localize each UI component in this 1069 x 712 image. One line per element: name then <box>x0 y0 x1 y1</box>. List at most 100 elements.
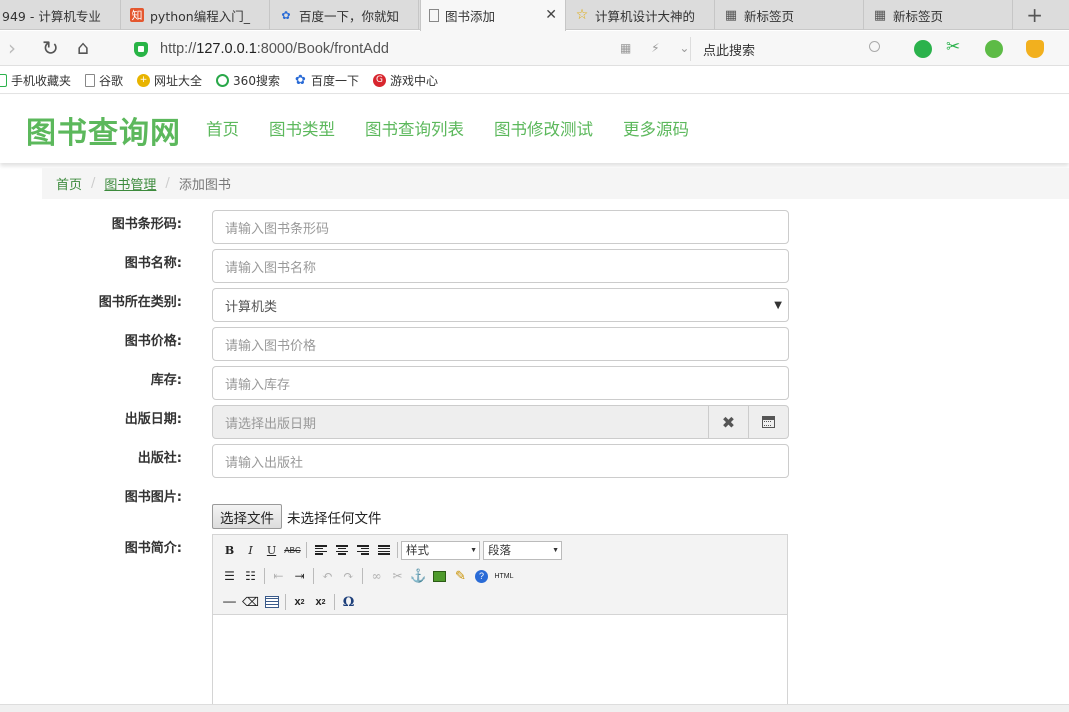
close-icon[interactable]: ✕ <box>545 7 557 23</box>
site-logo[interactable]: 图书查询网 <box>26 108 181 152</box>
publish-date-label: 出版日期: <box>124 412 182 427</box>
forward-arrow-icon[interactable]: › <box>8 37 16 59</box>
tab-label: 计算机设计大神的 <box>595 8 696 24</box>
unlink-icon[interactable]: ✂ <box>387 566 408 586</box>
bookmark-google[interactable]: 谷歌 <box>85 72 123 89</box>
security-shield-icon <box>134 41 148 57</box>
table-icon[interactable] <box>261 592 282 612</box>
superscript-icon[interactable]: x2 <box>310 592 331 612</box>
bookmark-360[interactable]: 360搜索 <box>216 72 280 89</box>
help-icon[interactable]: ? <box>471 566 492 586</box>
breadcrumb-book-management[interactable]: 图书管理 <box>104 174 156 193</box>
barcode-label: 图书条形码: <box>111 217 182 232</box>
nav-more-source[interactable]: 更多源码 <box>623 116 689 140</box>
bullet-list-icon[interactable]: ☰ <box>219 566 240 586</box>
publish-date-input[interactable]: 请选择出版日期 <box>212 405 709 439</box>
site-favicon-icon: 知 <box>130 8 144 22</box>
editor-content-area[interactable] <box>213 615 787 712</box>
new-tab-button[interactable]: + <box>1026 3 1043 27</box>
dropdown-arrow-icon: ▼ <box>552 546 559 554</box>
publisher-input[interactable]: 请输入出版社 <box>212 444 789 478</box>
bookmark-mobile[interactable]: 手机收藏夹 <box>0 72 71 89</box>
strikethrough-icon[interactable]: ABC <box>282 540 303 560</box>
align-center-icon[interactable] <box>331 540 352 560</box>
bookmark-games[interactable]: G 游戏中心 <box>372 72 438 89</box>
eraser-icon[interactable]: ⌫ <box>240 592 261 612</box>
indent-icon[interactable]: ⇥ <box>289 566 310 586</box>
anchor-icon[interactable]: ⚓ <box>408 566 429 586</box>
extension-chat-icon[interactable] <box>914 40 932 58</box>
phone-icon <box>0 73 7 87</box>
baidu-paw-icon: ✿ <box>295 72 306 88</box>
clear-date-button[interactable]: ✖ <box>709 405 749 439</box>
shield-extension-icon[interactable] <box>1026 40 1044 58</box>
tab-baidu[interactable]: ✿ 百度一下，你就知 <box>271 0 419 30</box>
nav-book-edit-test[interactable]: 图书修改测试 <box>494 116 593 140</box>
link-icon[interactable]: ∞ <box>366 566 387 586</box>
search-icon[interactable] <box>869 41 880 52</box>
italic-icon[interactable]: I <box>240 540 261 560</box>
align-justify-icon[interactable] <box>373 540 394 560</box>
tab-label: 949 - 计算机专业 <box>2 8 101 24</box>
translate-icon[interactable] <box>985 40 1003 58</box>
toolbar-divider <box>264 568 265 584</box>
stock-input[interactable]: 请输入库存 <box>212 366 789 400</box>
numbered-list-icon[interactable]: ☷ <box>240 566 261 586</box>
align-left-icon[interactable] <box>310 540 331 560</box>
toolbar-divider <box>397 542 398 558</box>
bookmark-label: 谷歌 <box>99 73 124 88</box>
address-bar[interactable]: http://127.0.0.1:8000/Book/frontAdd <box>134 37 682 61</box>
price-input[interactable]: 请输入图书价格 <box>212 327 789 361</box>
reload-icon[interactable]: ↻ <box>42 37 59 59</box>
underline-icon[interactable]: U <box>261 540 282 560</box>
toolbar-divider <box>334 594 335 610</box>
nav-home[interactable]: 首页 <box>206 116 239 140</box>
qr-lightning-icons[interactable]: ▦ ⚡ ⌄ <box>620 41 697 55</box>
breadcrumb-home[interactable]: 首页 <box>56 174 82 193</box>
html-source-button[interactable]: HTML <box>492 566 516 586</box>
style-select-value: 样式 <box>406 545 429 557</box>
bookmark-label: 手机收藏夹 <box>11 73 72 88</box>
horizontal-rule-icon[interactable]: — <box>219 592 240 612</box>
tab-new-2[interactable]: ▦ 新标签页 <box>865 0 1013 30</box>
tab-new-1[interactable]: ▦ 新标签页 <box>716 0 864 30</box>
align-right-icon[interactable] <box>352 540 373 560</box>
calendar-icon <box>762 416 775 428</box>
bookmark-baidu[interactable]: ✿ 百度一下 <box>294 72 359 89</box>
style-select[interactable]: 样式 ▼ <box>401 540 480 560</box>
publisher-label: 出版社: <box>137 451 182 466</box>
special-char-icon[interactable]: Ω <box>338 592 359 612</box>
barcode-input[interactable]: 请输入图书条形码 <box>212 210 789 244</box>
calendar-button[interactable] <box>749 405 789 439</box>
tab-python[interactable]: 知 python编程入门_ <box>122 0 270 30</box>
bold-icon[interactable]: B <box>219 540 240 560</box>
book-intro-label: 图书简介: <box>124 541 182 556</box>
nav-book-list[interactable]: 图书查询列表 <box>365 116 464 140</box>
category-select[interactable]: 计算机类 ▼ <box>212 288 789 322</box>
bookmark-directory[interactable]: + 网址大全 <box>137 72 202 89</box>
toolbar-divider <box>285 594 286 610</box>
search-box[interactable]: 点此搜索 <box>690 37 888 61</box>
scissors-icon[interactable]: ✂ <box>946 37 964 57</box>
nav-book-types[interactable]: 图书类型 <box>269 116 335 140</box>
breadcrumb: 首页 / 图书管理 / 添加图书 <box>42 168 1069 199</box>
tab-computer-major[interactable]: 949 - 计算机专业 <box>0 0 121 30</box>
publish-date-group: 请选择出版日期 ✖ <box>212 405 789 439</box>
book-name-input[interactable]: 请输入图书名称 <box>212 249 789 283</box>
paragraph-select[interactable]: 段落 ▼ <box>483 540 562 560</box>
choose-file-button[interactable]: 选择文件 <box>212 504 282 529</box>
book-image-label: 图书图片: <box>124 490 182 505</box>
tab-book-add[interactable]: 图书添加 ✕ <box>420 0 566 31</box>
outdent-icon[interactable]: ⇤ <box>268 566 289 586</box>
home-icon[interactable]: ⌂ <box>77 37 89 59</box>
undo-icon[interactable]: ↶ <box>317 566 338 586</box>
breadcrumb-separator: / <box>91 176 96 191</box>
subscript-icon[interactable]: x2 <box>289 592 310 612</box>
breadcrumb-separator: / <box>165 176 170 191</box>
tab-design-master[interactable]: ☆ 计算机设计大神的 <box>567 0 715 30</box>
redo-icon[interactable]: ↷ <box>338 566 359 586</box>
cleanup-brush-icon[interactable]: ✎ <box>450 566 471 586</box>
image-icon[interactable] <box>429 566 450 586</box>
bookmarks-bar: 手机收藏夹 谷歌 + 网址大全 360搜索 ✿ 百度一下 G 游戏中心 <box>0 67 1069 94</box>
compass-icon: + <box>137 73 151 87</box>
